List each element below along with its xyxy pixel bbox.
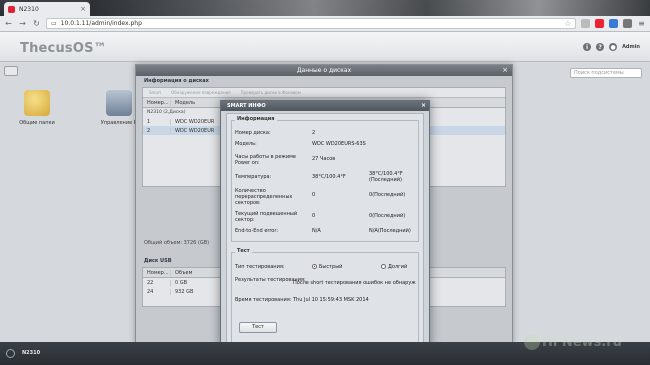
pocket-icon[interactable] [595,19,604,28]
row-value: 0 [312,192,316,198]
window-title-text: Данные о дисках [296,67,352,74]
row-key: Температура: [235,174,272,180]
taskbar-label: N2310 [22,350,41,356]
cell-model: WDC WD20EUR [171,127,223,134]
row-value: После short тестирования ошибок не обнар… [293,280,416,286]
row-value: 2 [312,130,316,136]
window-title: Данные о дисках × [136,65,512,76]
favicon-icon [8,5,15,13]
dialog-title: SMART ИНФО × [221,101,429,111]
cell-model: WDC WD20EUR [171,118,223,125]
radio-label: Быстрый [319,264,343,270]
usb-section-title: Диск USB [144,258,172,264]
cell-num: 2 [143,127,171,134]
row-value: 38°C/100.4°F [312,174,346,180]
close-icon[interactable]: × [421,101,426,111]
row-value: 27 Часов [312,156,336,162]
row-value-last: 0(Последний) [369,213,406,219]
radio-empty-icon [381,264,386,269]
total-capacity: Общий объем: 3726 (GB) [144,240,210,246]
section-title: Информация о дисках [144,78,209,84]
toolbar-scan[interactable]: Проверить диски в Фоновом [241,90,301,95]
row-key: Текущий подвешенный сектор: [235,211,298,223]
address-bar: ← → ↻ ▭ 10.0.1.11/admin/index.php ☆ ≡ [0,16,650,32]
row-key: Модель: [235,141,257,147]
test-legend: Тест [235,248,252,254]
folder-icon [24,90,50,116]
search-input[interactable]: Поиск подсистемы [570,68,642,78]
user-icon[interactable]: ● [609,43,618,51]
cell-size: 932 GB [171,288,223,295]
radio-selected-icon [312,264,317,269]
menu-icon[interactable]: ≡ [637,19,646,28]
desktop-icon-shared-folders[interactable]: Общие папки [12,90,62,126]
info-icon[interactable]: i [583,43,592,51]
cell-num: 1 [143,118,171,125]
column-header[interactable]: Номер... [143,99,171,106]
close-tab-icon[interactable]: × [80,5,86,13]
app-header: ThecusOS™ i ? ● Admin [0,32,650,62]
radio-label: Долгий [388,264,408,270]
browser-tab[interactable]: N2310 × [4,2,90,16]
info-legend: Информация [235,116,277,122]
reload-icon[interactable]: ↻ [32,19,41,28]
forward-icon[interactable]: → [18,19,27,28]
row-key: Тип тестирования: [235,264,285,270]
dialog-title-text: SMART ИНФО [227,103,266,109]
admin-label[interactable]: Admin [622,44,640,50]
toolbar-bad-block[interactable]: Обнаружение повреждения [171,90,230,95]
page-icon: ▭ [51,20,57,27]
extension-icon[interactable] [581,19,590,28]
row-key: Часы работы в режиме Power on: [235,154,296,166]
row-value: WDC WD20EURS-63S [312,141,366,147]
power-icon[interactable] [6,349,15,358]
desktop-icon-label: Общие папки [19,120,55,126]
tab-title: N2310 [19,5,39,13]
column-header[interactable]: Объем [171,269,223,276]
column-header[interactable]: Номер... [143,269,171,276]
column-header[interactable]: Модель [171,99,223,106]
row-key: Количество перераспределенных секторов: [235,188,293,206]
row-key: Номер диска: [235,130,271,136]
radio-fast[interactable]: Быстрый [312,264,342,270]
cell-num: 24 [143,288,171,295]
toolbar-smart[interactable]: Smart [149,90,161,95]
raid-icon [106,90,132,116]
dialog-body: Информация Номер диска: 2 Модель: WDC WD… [226,113,424,346]
watermark-logo-icon [524,334,540,350]
url-field[interactable]: ▭ 10.0.1.11/admin/index.php ☆ [46,18,576,29]
radio-long[interactable]: Долгий [381,264,441,270]
app-logo: ThecusOS™ [20,41,107,56]
bookmark-star-icon[interactable]: ☆ [565,20,571,28]
help-icon[interactable]: ? [596,43,605,51]
test-button[interactable]: Тест [239,322,277,333]
close-icon[interactable]: × [502,65,508,76]
cell-size: 0 GB [171,279,223,286]
row-value-last: 0(Последний) [369,192,406,198]
disk-toolbar: Smart Обнаружение повреждения Проверить … [143,88,505,98]
smart-info-dialog: SMART ИНФО × Информация Номер диска: 2 М… [220,100,430,350]
browser-tabstrip: N2310 × [0,0,650,16]
tabstrip-background [90,0,650,16]
extension-icon[interactable] [609,19,618,28]
watermark: Hi News.ru [542,335,622,350]
row-value: Thu Jul 10 15:59:43 MSK 2014 [293,297,369,303]
row-value-last: 38°C/100.4°F (Последний) [369,171,403,183]
row-value-last: N/A(Последний) [369,228,411,234]
cell-num: 22 [143,279,171,286]
row-value: 0 [312,213,316,219]
url-text: 10.0.1.11/admin/index.php [60,20,142,27]
back-icon[interactable]: ← [4,19,13,28]
sidebar-toggle-icon[interactable] [4,66,18,76]
extension-icon[interactable] [623,19,632,28]
row-value: N/A [312,228,321,234]
row-key: End-to-End error: [235,228,279,234]
